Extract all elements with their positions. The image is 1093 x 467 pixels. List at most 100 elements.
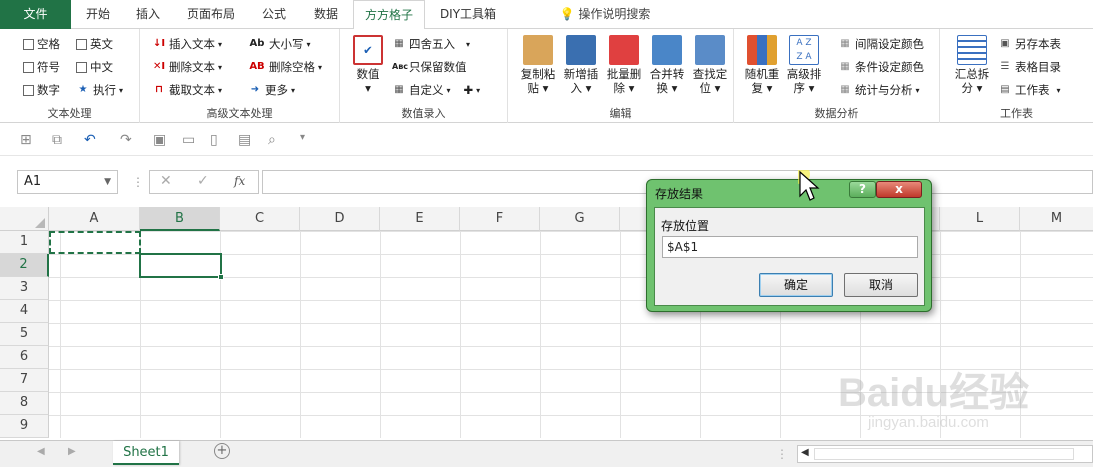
find-icon [695, 35, 725, 65]
more-button[interactable]: ➜ 更多 ▾ [248, 82, 295, 98]
save-sheet-button[interactable]: ▣ 另存本表 [998, 36, 1061, 52]
select-all-corner[interactable] [0, 207, 49, 231]
column-header-m[interactable]: M [1020, 207, 1093, 231]
next-sheet-icon[interactable]: ▶ [68, 446, 76, 457]
symbol-checkbox[interactable]: 符号 [23, 59, 60, 75]
new-file-icon[interactable]: ▯ [210, 132, 218, 148]
column-header-a[interactable]: A [49, 207, 140, 231]
summary-split-button[interactable]: 汇总拆分 ▾ [950, 35, 994, 95]
help-button[interactable]: ? [849, 181, 876, 198]
tab-diy-toolbox[interactable]: DIY工具箱 [432, 0, 504, 29]
open-folder-icon[interactable]: ▭ [182, 132, 195, 148]
copy-paste-button[interactable]: 复制粘贴 ▾ [516, 35, 560, 95]
row-header-5[interactable]: 5 [0, 323, 49, 346]
delete-text-button[interactable]: ✕I 删除文本 ▾ [152, 59, 222, 75]
close-button[interactable]: x [876, 181, 922, 198]
column-header-l[interactable]: L [940, 207, 1020, 231]
insert-row-icon [566, 35, 596, 65]
table-directory-button[interactable]: ☰ 表格目录 [998, 59, 1061, 75]
tab-page-layout[interactable]: 页面布局 [180, 0, 242, 29]
quick-access-toolbar: ⊞ ⧉ ↶ ↷ ▣ ▭ ▯ ▤ ⌕ ▾ [0, 124, 1093, 156]
insert-new-button[interactable]: 新增插入 ▾ [559, 35, 603, 95]
advanced-sort-button[interactable]: A ZZ A 高级排序 ▾ [782, 35, 826, 95]
column-header-c[interactable]: C [220, 207, 300, 231]
tab-fangfang[interactable]: 方方格子 [353, 0, 425, 30]
insert-text-button[interactable]: ↓I 插入文本 ▾ [152, 36, 222, 52]
save-icon[interactable]: ▣ [153, 132, 166, 148]
prev-sheet-icon[interactable]: ◀ [37, 446, 45, 457]
copy-icon[interactable]: ⧉ [52, 132, 62, 148]
execute-button[interactable]: ★ 执行 ▾ [76, 82, 124, 98]
zoom-icon[interactable]: ⌕ [268, 132, 276, 148]
random-icon [747, 35, 777, 65]
case-button[interactable]: Ab 大小写 ▾ [248, 36, 311, 52]
find-locate-button[interactable]: 查找定位 ▾ [688, 35, 732, 95]
confirm-icon[interactable]: ✓ [197, 173, 209, 189]
name-box[interactable]: A1 ▼ [17, 170, 118, 194]
tab-home[interactable]: 开始 [78, 0, 118, 29]
delete-grid-icon [609, 35, 639, 65]
horizontal-scrollbar[interactable]: ◀ [797, 445, 1093, 463]
row-header-7[interactable]: 7 [0, 369, 49, 392]
column-header-d[interactable]: D [300, 207, 380, 231]
grid-icon: ▦ [394, 84, 404, 95]
row-header-6[interactable]: 6 [0, 346, 49, 369]
number-button[interactable]: ✔ 数值 ▾ [348, 35, 388, 95]
random-repeat-button[interactable]: 随机重复 ▾ [740, 35, 784, 95]
tab-data[interactable]: 数据 [306, 0, 346, 29]
tab-insert[interactable]: 插入 [128, 0, 168, 29]
english-checkbox[interactable]: 英文 [76, 36, 113, 52]
customize-dropdown-icon[interactable]: ▾ [300, 132, 305, 143]
condition-color-button[interactable]: ▦ 条件设定颜色 [838, 59, 924, 75]
active-cell-b2[interactable] [139, 253, 224, 280]
split-icon [957, 35, 987, 65]
keep-value-button[interactable]: Aʙᴄ 只保留数值 [392, 59, 467, 75]
column-header-e[interactable]: E [380, 207, 460, 231]
row-header-8[interactable]: 8 [0, 392, 49, 415]
grid-icon: ▦ [840, 38, 850, 49]
extract-text-button[interactable]: ⊓ 截取文本 ▾ [152, 82, 222, 98]
statistics-button[interactable]: ▦ 统计与分析 ▾ [838, 82, 919, 98]
row-header-9[interactable]: 9 [0, 415, 49, 438]
mouse-cursor-icon [798, 170, 820, 201]
group-text-processing: 空格 英文 符号 中文 数字 ★ 执行 ▾ 文本处理 [0, 29, 140, 123]
tab-formulas[interactable]: 公式 [254, 0, 294, 29]
custom-button[interactable]: ▦ 自定义 ▾ ✚ ▾ [392, 82, 480, 98]
undo-icon[interactable]: ↶ [84, 132, 96, 148]
arrow-right-icon: ➜ [250, 84, 260, 95]
watermark-url: jingyan.baidu.com [868, 414, 989, 431]
cancel-icon[interactable]: ✕ [160, 173, 172, 189]
worksheet-button[interactable]: ▤ 工作表 ▾ [998, 82, 1060, 98]
row-header-1[interactable]: 1 [0, 231, 49, 254]
ok-button[interactable]: 确定 [759, 273, 833, 297]
print-preview-icon[interactable]: ▤ [238, 132, 251, 148]
fx-icon[interactable]: fx [234, 174, 245, 188]
redo-icon[interactable]: ↷ [120, 132, 132, 148]
add-sheet-icon[interactable]: + [214, 443, 230, 459]
row-header-2[interactable]: 2 [0, 254, 49, 277]
round-button[interactable]: ▦ 四舍五入 ▾ [392, 36, 470, 52]
row-header-4[interactable]: 4 [0, 300, 49, 323]
interval-color-button[interactable]: ▦ 间隔设定颜色 [838, 36, 924, 52]
grid-icon: ▦ [394, 38, 404, 49]
number-checkbox[interactable]: 数字 [23, 82, 60, 98]
batch-delete-button[interactable]: 批量删除 ▾ [602, 35, 646, 95]
location-input[interactable]: $A$1 [662, 236, 918, 258]
cancel-button[interactable]: 取消 [844, 273, 918, 297]
delete-space-icon: AB [249, 61, 265, 72]
grid-select-icon[interactable]: ⊞ [20, 132, 32, 148]
space-checkbox[interactable]: 空格 [23, 36, 60, 52]
merge-convert-button[interactable]: 合并转换 ▾ [645, 35, 689, 95]
scroll-left-icon: ◀ [801, 447, 809, 458]
copy-marquee-a1 [49, 231, 141, 254]
tab-file[interactable]: 文件 [0, 0, 71, 29]
chinese-checkbox[interactable]: 中文 [76, 59, 113, 75]
location-label: 存放位置 [661, 219, 710, 233]
sheet-tab-sheet1[interactable]: Sheet1 [113, 441, 179, 465]
column-header-g[interactable]: G [540, 207, 620, 231]
row-header-3[interactable]: 3 [0, 277, 49, 300]
tell-me-search[interactable]: 💡 操作说明搜索 [550, 0, 660, 29]
delete-space-button[interactable]: AB 删除空格 ▾ [248, 59, 322, 75]
column-header-f[interactable]: F [460, 207, 540, 231]
column-header-b[interactable]: B [140, 207, 220, 231]
